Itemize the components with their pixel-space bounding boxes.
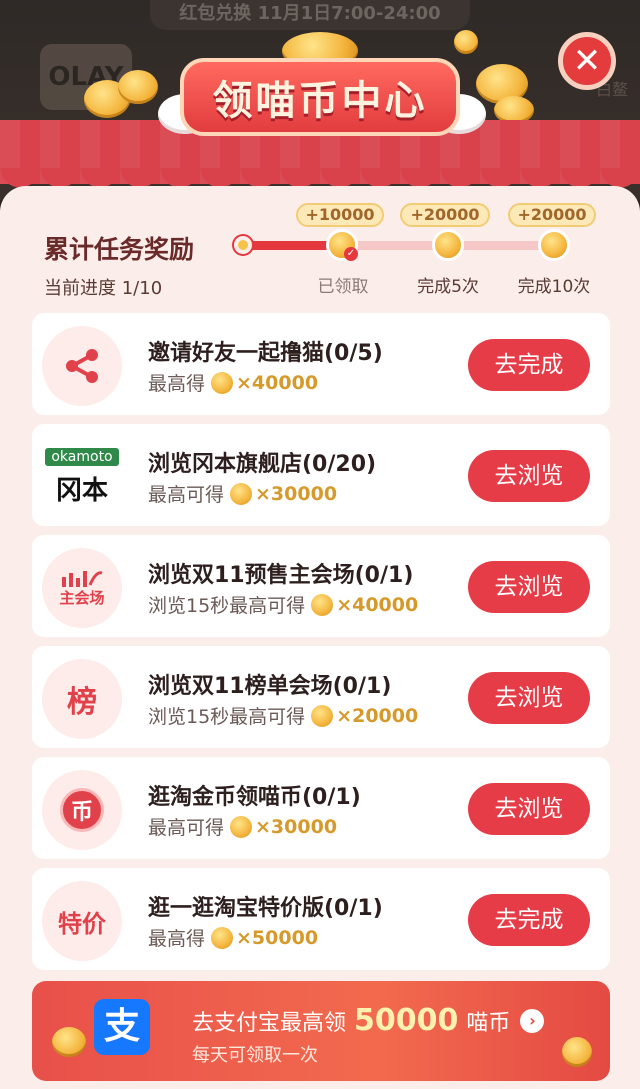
- task-reward: 浏览15秒最高可得 ×20000: [148, 704, 419, 728]
- task-title: 逛一逛淘宝特价版(0/1): [148, 896, 383, 921]
- task-reward: 浏览15秒最高可得 ×40000: [148, 593, 419, 617]
- task-card: 币 逛淘金币领喵币(0/1) 最高可得 ×30000 去浏览: [32, 757, 610, 859]
- special-price-icon: 特价: [42, 881, 122, 961]
- task-card: okamoto 冈本 浏览冈本旗舰店(0/20) 最高可得 ×30000 去浏览: [32, 424, 610, 526]
- task-title: 浏览冈本旗舰店(0/20): [148, 452, 377, 477]
- task-action-button[interactable]: 去浏览: [468, 450, 590, 502]
- chevron-right-icon: ›: [520, 1008, 545, 1033]
- task-card: 主会场 浏览双11预售主会场(0/1) 浏览15秒最高可得 ×40000 去浏览: [32, 535, 610, 637]
- page: 红包兑换 11月1日7:00-24:00 OLAY 白鳌 领喵币中心 ✕ 累计任…: [0, 0, 640, 1089]
- alipay-subtitle: 每天可领取一次: [192, 1045, 318, 1066]
- close-icon: ✕: [572, 41, 602, 81]
- coin-icon: [311, 593, 334, 616]
- progress-current: 当前进度 1/10: [44, 278, 163, 299]
- coin-icon: [230, 815, 253, 838]
- task-action-button[interactable]: 去浏览: [468, 561, 590, 613]
- progress-start-dot: [234, 236, 252, 254]
- coin-icon: [230, 482, 253, 505]
- decor-coin-icon: [562, 1037, 592, 1067]
- task-card: 邀请好友一起撸猫(0/5) 最高得 ×40000 去完成: [32, 313, 610, 415]
- task-action-button[interactable]: 去浏览: [468, 672, 590, 724]
- task-action-button[interactable]: 去完成: [468, 339, 590, 391]
- milestone-label: 完成5次: [417, 277, 479, 297]
- alipay-headline: 去支付宝最高领 50000 喵币 ›: [192, 1003, 545, 1038]
- decor-coin-icon: [454, 30, 478, 54]
- claimed-check-icon: ✓: [344, 247, 358, 261]
- decor-coin-icon: [52, 1027, 86, 1057]
- milestone-label: 完成10次: [517, 277, 591, 297]
- progress-title: 累计任务奖励: [44, 235, 195, 264]
- milestone-label: 已领取: [317, 277, 369, 297]
- task-title: 浏览双11预售主会场(0/1): [148, 563, 414, 588]
- milestone-coin-icon[interactable]: [432, 229, 464, 261]
- close-button[interactable]: ✕: [558, 32, 616, 90]
- coin-icon: 币: [42, 770, 122, 850]
- task-action-button[interactable]: 去浏览: [468, 783, 590, 835]
- milestone-reward: +20000: [400, 203, 490, 227]
- milestone-coin-icon[interactable]: [538, 229, 570, 261]
- task-reward: 最高可得 ×30000: [148, 482, 338, 506]
- task-reward: 最高得 ×50000: [148, 926, 319, 950]
- share-icon: [42, 326, 122, 406]
- milestone-reward: +20000: [508, 203, 596, 227]
- okamoto-logo: okamoto 冈本: [42, 437, 122, 517]
- alipay-logo: 支: [94, 999, 150, 1055]
- banner: 领喵币中心: [180, 58, 460, 136]
- alipay-banner[interactable]: 支 去支付宝最高领 50000 喵币 › 每天可领取一次: [32, 981, 610, 1081]
- task-reward: 最高得 ×40000: [148, 371, 319, 395]
- task-card: 特价 逛一逛淘宝特价版(0/1) 最高得 ×50000 去完成: [32, 868, 610, 970]
- task-title: 逛淘金币领喵币(0/1): [148, 785, 361, 810]
- redeem-notice: 红包兑换 11月1日7:00-24:00: [150, 0, 470, 30]
- coin-icon: [311, 704, 334, 727]
- main-venue-icon: 主会场: [42, 548, 122, 628]
- banner-title: 领喵币中心: [212, 78, 428, 124]
- task-reward: 最高可得 ×30000: [148, 815, 338, 839]
- task-title: 浏览双11榜单会场(0/1): [148, 674, 392, 699]
- task-title: 邀请好友一起撸猫(0/5): [148, 341, 383, 366]
- task-action-button[interactable]: 去完成: [468, 894, 590, 946]
- coin-icon: [211, 926, 234, 949]
- ranking-icon: 榜: [42, 659, 122, 739]
- task-card: 榜 浏览双11榜单会场(0/1) 浏览15秒最高可得 ×20000 去浏览: [32, 646, 610, 748]
- decor-coin-icon: [118, 70, 158, 104]
- coin-icon: [211, 371, 234, 394]
- milestone-reward: +10000: [296, 203, 384, 227]
